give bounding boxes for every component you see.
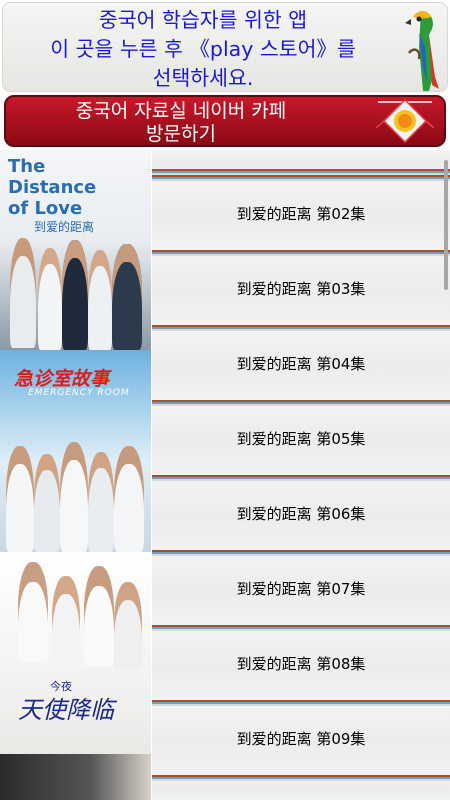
- lantern-icon: [375, 98, 435, 144]
- cast-figure: [84, 566, 114, 666]
- cast-figure: [88, 250, 112, 350]
- cast-figure: [114, 582, 142, 670]
- cast-figure: [112, 244, 142, 350]
- episode-label: 到爱的距离 第05集: [236, 430, 366, 448]
- poster-title: The Distance of Love: [8, 156, 97, 219]
- scrollbar[interactable]: [444, 160, 448, 290]
- naver-cafe-banner[interactable]: 중국어 자료실 네이버 카페 방문하기: [4, 95, 446, 147]
- play-store-banner-text: 중국어 학습자를 위한 앱 이 곳을 누른 후 《play 스토어》를 선택하세…: [3, 6, 403, 93]
- cast-figure: [38, 248, 62, 350]
- item-divider: [152, 175, 450, 181]
- episode-item-partial[interactable]: [152, 150, 450, 175]
- banner-line-1: 중국어 학습자를 위한 앱: [98, 8, 308, 32]
- play-store-banner[interactable]: 중국어 학습자를 위한 앱 이 곳을 누른 후 《play 스토어》를 선택하세…: [2, 2, 448, 92]
- banner-line-2: 이 곳을 누른 후 《play 스토어》를: [50, 37, 356, 61]
- cast-figure: [62, 240, 88, 350]
- episode-label: 到爱的距离 第03集: [236, 280, 366, 298]
- cast-figure: [114, 446, 144, 552]
- item-divider: [152, 625, 450, 631]
- item-divider: [152, 775, 450, 781]
- poster-distance-of-love[interactable]: The Distance of Love 到爱的距离: [0, 150, 151, 350]
- episode-label: 到爱的距离 第08集: [236, 655, 366, 673]
- item-divider: [152, 700, 450, 706]
- cafe-line-1: 중국어 자료실 네이버 카페: [75, 100, 287, 122]
- episode-item[interactable]: 到爱的距离 第09集: [152, 700, 450, 775]
- item-divider: [152, 475, 450, 481]
- cast-figure: [10, 238, 36, 348]
- episode-item[interactable]: 到爱的距离 第05集: [152, 400, 450, 475]
- cafe-line-2: 방문하기: [146, 123, 216, 145]
- item-divider: [152, 250, 450, 256]
- poster-emergency-room[interactable]: 急诊室故事 EMERGENCY ROOM: [0, 350, 151, 552]
- cast-figure: [18, 562, 48, 662]
- episode-label: 到爱的距离 第07集: [236, 580, 366, 598]
- episode-item[interactable]: 到爱的距离 第04集: [152, 325, 450, 400]
- cast-figure: [52, 576, 80, 668]
- poster-angel-descent[interactable]: 今夜 天使降临: [0, 552, 151, 800]
- naver-cafe-banner-text: 중국어 자료실 네이버 카페 방문하기: [6, 100, 356, 146]
- cast-figure: [6, 446, 34, 552]
- parrot-icon: [405, 11, 439, 91]
- poster-subtitle: EMERGENCY ROOM: [28, 388, 130, 398]
- poster-subtitle: 到爱的距离: [34, 220, 95, 234]
- item-divider: [152, 325, 450, 331]
- episode-item[interactable]: 到爱的距离 第06集: [152, 475, 450, 550]
- episode-item[interactable]: 到爱的距离 第07集: [152, 550, 450, 625]
- episode-item[interactable]: 到爱的距离 第08集: [152, 625, 450, 700]
- item-divider: [152, 400, 450, 406]
- episode-list: 到爱的距离 第02集 到爱的距离 第03集 到爱的距离 第04集 到爱的距离 第…: [152, 150, 450, 800]
- poster-title: 天使降临: [18, 696, 114, 724]
- item-divider: [152, 550, 450, 556]
- episode-label: 到爱的距离 第04集: [236, 355, 366, 373]
- episode-item[interactable]: [152, 775, 450, 800]
- banner-line-3: 선택하세요.: [152, 66, 254, 90]
- cast-figure: [60, 442, 88, 552]
- episode-item[interactable]: 到爱的距离 第03集: [152, 250, 450, 325]
- poster-title: 急诊室故事: [14, 368, 110, 390]
- poster-dark-strip: [0, 754, 151, 800]
- item-divider: [152, 169, 450, 175]
- cast-figure: [88, 452, 114, 552]
- episode-item[interactable]: 到爱的距离 第02集: [152, 175, 450, 250]
- episode-label: 到爱的距离 第06集: [236, 505, 366, 523]
- cast-figure: [34, 454, 60, 552]
- episode-label: 到爱的距离 第02集: [236, 205, 366, 223]
- episode-label: 到爱的距离 第09集: [236, 730, 366, 748]
